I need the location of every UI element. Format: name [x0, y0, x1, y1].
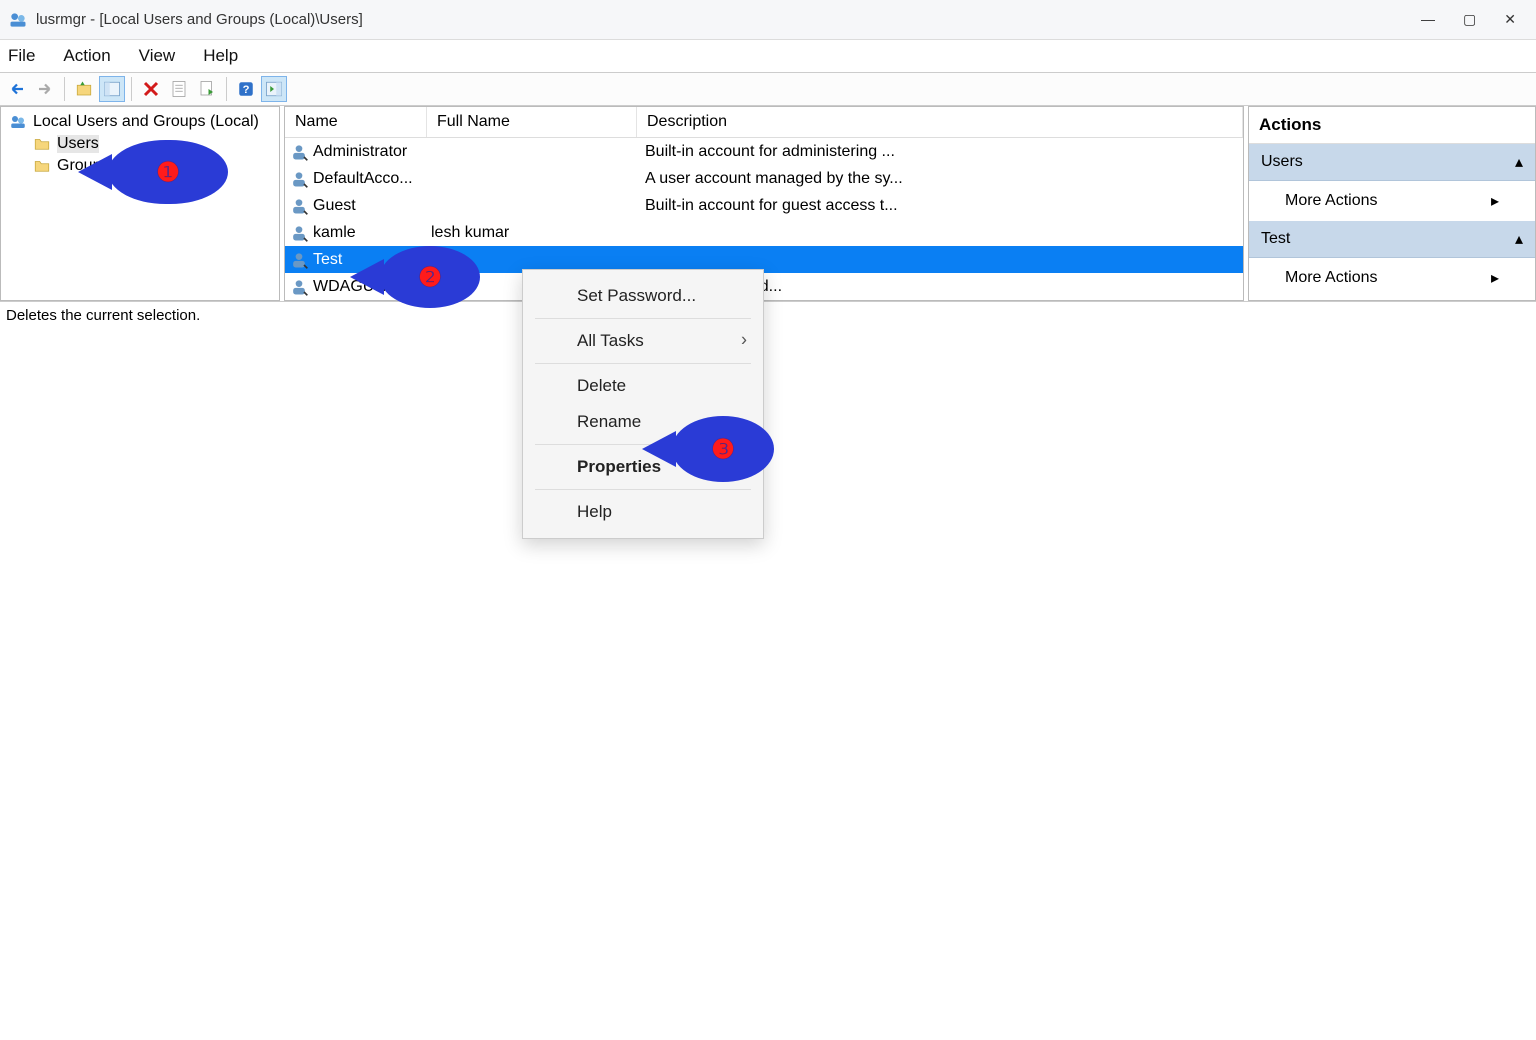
user-icon [289, 196, 309, 216]
annotation-badge-1: ❶ [108, 140, 228, 204]
user-icon [289, 169, 309, 189]
user-row[interactable]: Guest Built-in account for guest access t… [285, 192, 1243, 219]
collapse-icon: ▴ [1515, 152, 1523, 172]
window-title: lusrmgr - [Local Users and Groups (Local… [36, 11, 1421, 28]
col-header-name[interactable]: Name [285, 107, 427, 137]
toolbar-separator [64, 77, 65, 101]
more-actions-label: More Actions [1285, 269, 1377, 287]
user-row[interactable]: kamle lesh kumar [285, 219, 1243, 246]
app-icon [8, 10, 28, 30]
menu-bar: File Action View Help [0, 40, 1536, 72]
user-icon [289, 142, 309, 162]
properties-button[interactable] [166, 76, 192, 102]
up-folder-button[interactable] [71, 76, 97, 102]
toolbar-separator [226, 77, 227, 101]
tree-root-node[interactable]: Local Users and Groups (Local) [7, 111, 273, 133]
folder-icon [33, 157, 51, 175]
annotation-badge-2: ❷ [380, 246, 480, 308]
help-button[interactable]: ? [233, 76, 259, 102]
ctx-help[interactable]: Help [523, 494, 763, 530]
list-header: Name Full Name Description [285, 107, 1243, 138]
submenu-arrow-icon: ▸ [1491, 268, 1499, 288]
actions-users-more[interactable]: More Actions ▸ [1249, 181, 1535, 221]
menu-view[interactable]: View [139, 46, 176, 66]
users-groups-icon [9, 113, 27, 131]
annotation-badge-3: ❸ [672, 416, 774, 482]
minimize-button[interactable]: — [1421, 11, 1435, 28]
menu-action[interactable]: Action [63, 46, 110, 66]
user-row[interactable]: DefaultAcco... A user account managed by … [285, 165, 1243, 192]
actions-section-users[interactable]: Users ▴ [1249, 144, 1535, 181]
badge-3-number: ❸ [711, 434, 734, 465]
menu-file[interactable]: File [8, 46, 35, 66]
user-row[interactable]: Administrator Built-in account for admini… [285, 138, 1243, 165]
submenu-arrow-icon: ▸ [1491, 191, 1499, 211]
user-full-name: lesh kumar [427, 224, 637, 242]
user-name: Administrator [313, 143, 407, 161]
toolbar-separator [131, 77, 132, 101]
folder-icon [33, 135, 51, 153]
svg-text:?: ? [243, 84, 250, 96]
ctx-delete[interactable]: Delete [523, 368, 763, 404]
ctx-set-password[interactable]: Set Password... [523, 278, 763, 314]
more-actions-label: More Actions [1285, 192, 1377, 210]
nav-forward-button[interactable] [32, 76, 58, 102]
user-icon [289, 223, 309, 243]
user-description: A user account managed by the sy... [637, 170, 1243, 188]
tree-users-label: Users [57, 135, 99, 153]
user-icon [289, 250, 309, 270]
col-header-description[interactable]: Description [637, 107, 1243, 137]
ctx-all-tasks[interactable]: All Tasks [523, 323, 763, 359]
user-name: Guest [313, 197, 356, 215]
user-description: Built-in account for guest access t... [637, 197, 1243, 215]
user-description: Built-in account for administering ... [637, 143, 1243, 161]
actions-section-test-label: Test [1261, 230, 1290, 248]
toolbar: ? [0, 72, 1536, 106]
console-tree-pane: Local Users and Groups (Local) Users Gro… [0, 106, 280, 301]
close-button[interactable]: ✕ [1504, 11, 1516, 28]
user-name: kamle [313, 224, 356, 242]
collapse-icon: ▴ [1515, 229, 1523, 249]
actions-section-test[interactable]: Test ▴ [1249, 221, 1535, 258]
work-area: Local Users and Groups (Local) Users Gro… [0, 106, 1536, 301]
actions-section-users-label: Users [1261, 153, 1303, 171]
badge-1-number: ❶ [156, 157, 179, 188]
maximize-button[interactable]: ▢ [1463, 11, 1476, 28]
ctx-separator [535, 489, 751, 490]
status-text: Deletes the current selection. [6, 307, 200, 324]
badge-2-number: ❷ [418, 262, 441, 293]
actions-test-more[interactable]: More Actions ▸ [1249, 258, 1535, 298]
user-name: Test [313, 251, 342, 269]
nav-back-button[interactable] [4, 76, 30, 102]
user-name: DefaultAcco... [313, 170, 413, 188]
menu-help[interactable]: Help [203, 46, 238, 66]
ctx-separator [535, 363, 751, 364]
delete-button[interactable] [138, 76, 164, 102]
actions-pane: Actions Users ▴ More Actions ▸ Test ▴ Mo… [1248, 106, 1536, 301]
ctx-separator [535, 318, 751, 319]
actions-pane-title: Actions [1249, 107, 1535, 144]
title-bar: lusrmgr - [Local Users and Groups (Local… [0, 0, 1536, 40]
export-list-button[interactable] [194, 76, 220, 102]
context-menu: Set Password... All Tasks Delete Rename … [522, 269, 764, 539]
show-hide-console-tree-button[interactable] [99, 76, 125, 102]
tree-root-label: Local Users and Groups (Local) [33, 113, 259, 131]
show-hide-action-pane-button[interactable] [261, 76, 287, 102]
status-bar: Deletes the current selection. [0, 301, 1536, 329]
col-header-full-name[interactable]: Full Name [427, 107, 637, 137]
user-icon [289, 277, 309, 297]
